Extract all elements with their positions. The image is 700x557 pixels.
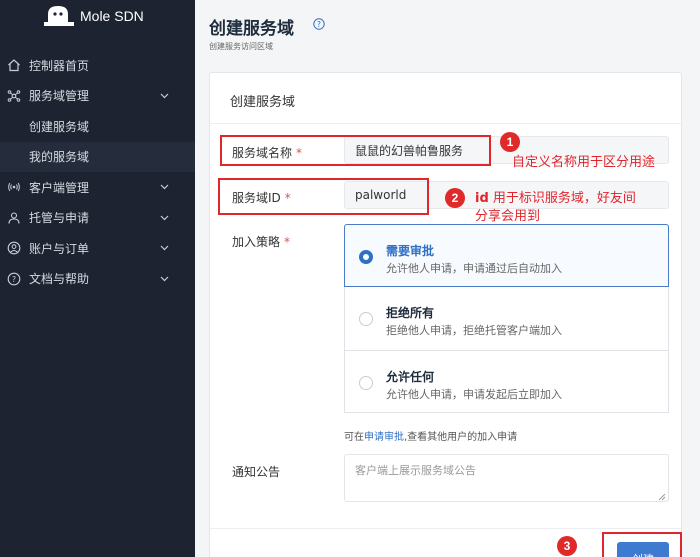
policy-option-require-approval[interactable]: 需要审批 允许他人申请，申请通过后自动加入: [344, 224, 669, 287]
policy-option-allow-any[interactable]: 允许任何 允许他人申请，申请发起后立即加入: [344, 351, 669, 413]
approval-hint: 可在申请审批,查看其他用户的加入申请: [344, 428, 517, 443]
main-content: 创建服务域 ? 创建服务访问区域 创建服务域 服务域名称 * 鼠鼠的幻兽帕鲁服务 …: [195, 0, 700, 557]
notice-textarea[interactable]: 客户端上展示服务域公告: [344, 454, 669, 502]
sidebar-item-my-domains[interactable]: 我的服务域: [0, 141, 195, 172]
svg-text:?: ?: [317, 20, 321, 29]
sidebar-item-docs-help[interactable]: ? 文档与帮助: [0, 264, 195, 295]
chevron-down-icon: [159, 245, 169, 251]
join-policy-label: 加入策略 *: [232, 233, 290, 250]
chevron-down-icon: [159, 276, 169, 282]
chevron-down-icon: [159, 93, 169, 99]
annotation-text-1: 自定义名称用于区分用途: [512, 155, 656, 170]
annotation-number-1: 1: [500, 132, 520, 152]
annotation-box-id: [218, 178, 429, 215]
notice-placeholder: 客户端上展示服务域公告: [355, 464, 476, 477]
notice-label: 通知公告: [232, 465, 281, 479]
radio-unselected[interactable]: [359, 376, 373, 390]
policy-option-reject-all[interactable]: 拒绝所有 拒绝他人申请，拒绝托管客户端加入: [344, 287, 669, 351]
policy-option-desc: 允许他人申请，申请通过后自动加入: [386, 262, 562, 275]
required-mark: *: [284, 235, 291, 249]
signal-icon: [7, 180, 21, 194]
policy-option-desc: 允许他人申请，申请发起后立即加入: [386, 388, 562, 401]
brand-logo[interactable]: Mole SDN: [44, 0, 144, 32]
help-circle-icon[interactable]: ?: [313, 18, 325, 30]
policy-option-desc: 拒绝他人申请，拒绝托管客户端加入: [386, 324, 562, 337]
approval-link[interactable]: 申请审批: [364, 432, 404, 443]
annotation-box-create: [602, 532, 682, 557]
resize-handle-icon[interactable]: [658, 491, 666, 501]
mole-logo-icon: [44, 4, 74, 28]
hint-prefix: 可在: [344, 432, 364, 443]
page-title: 创建服务域: [209, 19, 294, 39]
chevron-down-icon: [159, 184, 169, 190]
users-icon: [7, 211, 21, 225]
sidebar-item-label: 我的服务域: [29, 150, 90, 165]
sidebar-item-label: 文档与帮助: [29, 272, 90, 287]
card-divider: [210, 123, 681, 124]
sidebar-item-label: 客户端管理: [29, 180, 90, 195]
annotation-box-name: [220, 135, 491, 166]
sidebar-nav: 控制器首页 服务域管理 创建服务域 我的服务域 客户端管理 托管与申请 账户与订…: [0, 50, 195, 294]
sidebar-item-label: 账户与订单: [29, 241, 90, 256]
brand-name: Mole SDN: [80, 8, 144, 24]
card-footer-divider: [210, 528, 681, 529]
user-icon: [7, 241, 21, 255]
chevron-down-icon: [159, 215, 169, 221]
sidebar-item-create-domain[interactable]: 创建服务域: [0, 111, 195, 142]
sidebar-item-domain-management[interactable]: 服务域管理: [0, 81, 195, 112]
sidebar-item-home[interactable]: 控制器首页: [0, 50, 195, 81]
home-icon: [7, 58, 21, 72]
annotation-number-3: 3: [557, 536, 577, 556]
sidebar-item-label: 服务域管理: [29, 89, 90, 104]
sidebar-item-label: 托管与申请: [29, 211, 90, 226]
help-icon: ?: [7, 272, 21, 286]
annotation-number-2: 2: [445, 188, 465, 208]
annotation-text-2-line2: 分享会用到: [475, 209, 541, 224]
page-subtitle: 创建服务访问区域: [209, 42, 273, 51]
radio-unselected[interactable]: [359, 312, 373, 326]
hint-suffix: ,查看其他用户的加入申请: [404, 432, 518, 443]
annotation-text-2-line1: 用于标识服务域，好友间: [492, 191, 636, 206]
policy-option-title: 需要审批: [386, 244, 435, 258]
sidebar-item-hosting-requests[interactable]: 托管与申请: [0, 203, 195, 234]
annotation-text-2: id 用于标识服务域，好友间 分享会用到: [475, 190, 636, 226]
policy-option-title: 拒绝所有: [386, 306, 435, 320]
sidebar-item-account-orders[interactable]: 账户与订单: [0, 233, 195, 264]
network-icon: [7, 89, 21, 103]
sidebar-item-label: 控制器首页: [29, 58, 90, 73]
policy-option-title: 允许任何: [386, 370, 435, 384]
card-title: 创建服务域: [230, 95, 296, 110]
annotation-text-2-bold: id: [475, 191, 489, 206]
sidebar-item-label: 创建服务域: [29, 119, 90, 134]
svg-text:?: ?: [12, 275, 16, 284]
radio-selected[interactable]: [359, 250, 373, 264]
join-policy-label-text: 加入策略: [232, 235, 281, 249]
sidebar: Mole SDN 控制器首页 服务域管理 创建服务域 我的服务域 客户端管理 托…: [0, 0, 195, 557]
sidebar-item-client-management[interactable]: 客户端管理: [0, 172, 195, 203]
